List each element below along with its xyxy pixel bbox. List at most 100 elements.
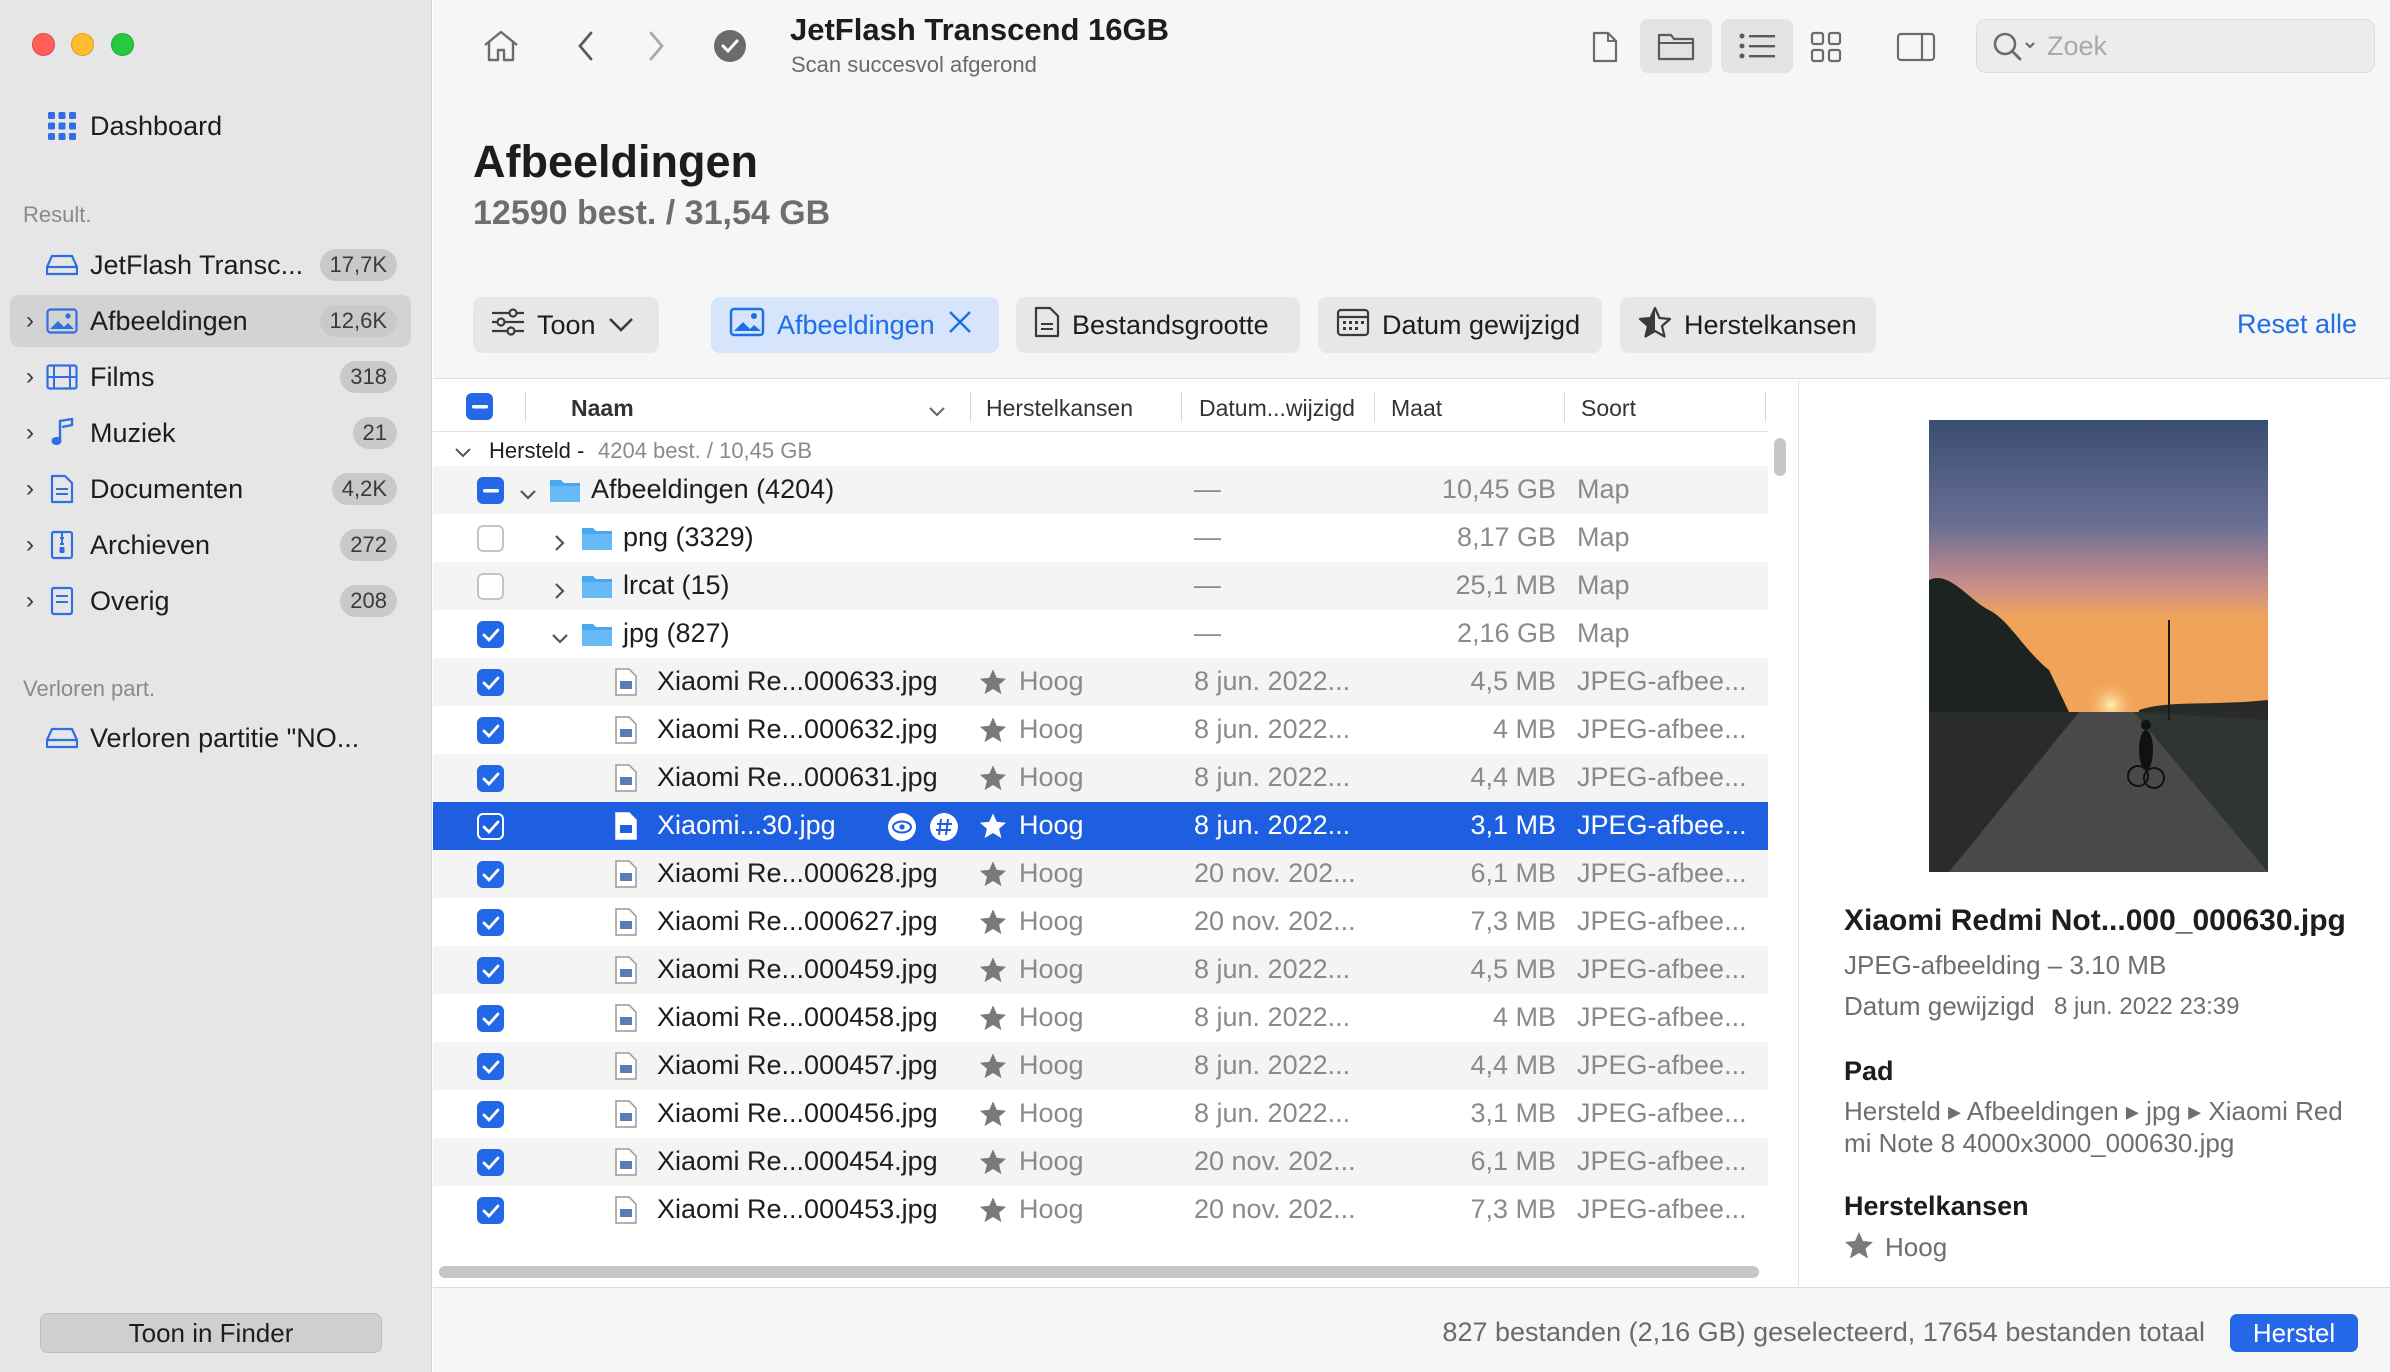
date-filter-button[interactable]: Datum gewijzigd — [1318, 297, 1602, 353]
sidebar-item-drive[interactable]: JetFlash Transc... 17,7K — [10, 239, 411, 291]
chevron-down-icon[interactable] — [454, 439, 472, 465]
column-name[interactable]: Naam — [571, 395, 634, 422]
table-row[interactable]: Xiaomi Re...000458.jpg Hoog 8 jun. 2022...… — [433, 994, 1768, 1042]
table-row[interactable]: Xiaomi Re...000628.jpg Hoog 20 nov. 202...… — [433, 850, 1768, 898]
show-in-finder-button[interactable]: Toon in Finder — [40, 1313, 382, 1353]
row-size: 10,45 GB — [1441, 474, 1556, 504]
sidebar-item-music[interactable]: › Muziek 21 — [10, 407, 411, 459]
preview-panel-icon[interactable] — [1893, 24, 1939, 70]
row-kind: Map — [1577, 522, 1630, 552]
vertical-scrollbar[interactable] — [1774, 438, 1786, 476]
grid-view-icon[interactable] — [1803, 24, 1849, 70]
minimize-window-button[interactable] — [71, 33, 94, 56]
horizontal-scrollbar[interactable] — [439, 1266, 1759, 1278]
recover-button[interactable]: Herstel — [2230, 1314, 2358, 1352]
group-row-recovered[interactable]: Hersteld - 4204 best. / 10,45 GB — [433, 434, 1768, 464]
column-kind[interactable]: Soort — [1581, 395, 1636, 422]
row-checkbox[interactable] — [477, 621, 504, 648]
table-row[interactable]: Xiaomi Re...000457.jpg Hoog 8 jun. 2022...… — [433, 1042, 1768, 1090]
row-checkbox[interactable] — [477, 813, 504, 840]
close-window-button[interactable] — [32, 33, 55, 56]
table-row[interactable]: Xiaomi Re...000456.jpg Hoog 8 jun. 2022...… — [433, 1090, 1768, 1138]
row-checkbox[interactable] — [477, 861, 504, 888]
row-checkbox[interactable] — [477, 1197, 504, 1224]
chances-filter-button[interactable]: Herstelkansen — [1620, 297, 1876, 353]
search-field[interactable] — [1976, 19, 2375, 73]
chevron-right-icon[interactable] — [551, 528, 569, 559]
row-checkbox[interactable] — [477, 525, 504, 552]
close-icon[interactable] — [947, 309, 973, 342]
row-date: 20 nov. 202... — [1194, 906, 1356, 936]
row-checkbox[interactable] — [477, 765, 504, 792]
reset-all-link[interactable]: Reset alle — [2237, 309, 2357, 340]
row-checkbox[interactable] — [477, 1005, 504, 1032]
zoom-window-button[interactable] — [111, 33, 134, 56]
row-checkbox[interactable] — [477, 957, 504, 984]
column-size[interactable]: Maat — [1391, 395, 1442, 422]
row-checkbox[interactable] — [477, 477, 504, 504]
row-checkbox[interactable] — [477, 717, 504, 744]
eye-icon[interactable] — [887, 812, 917, 849]
table-row[interactable]: Xiaomi Re...000633.jpg Hoog 8 jun. 2022...… — [433, 658, 1768, 706]
sidebar-item-label: Archieven — [90, 529, 211, 560]
sidebar-item-lost-partition[interactable]: Verloren partitie "NO... — [10, 712, 411, 764]
row-date: 8 jun. 2022... — [1194, 954, 1351, 984]
search-input[interactable] — [2047, 28, 2357, 64]
row-chance: Hoog — [1019, 666, 1084, 696]
sort-chevron-icon[interactable] — [927, 398, 947, 425]
file-view-icon[interactable] — [1583, 24, 1627, 70]
chevron-right-icon[interactable]: › — [20, 363, 40, 391]
folder-view-button[interactable] — [1640, 19, 1712, 73]
back-icon[interactable] — [566, 24, 606, 68]
sidebar-item-films[interactable]: › Films 318 — [10, 351, 411, 403]
folder-row[interactable]: jpg (827) — 2,16 GB Map — [433, 610, 1768, 658]
table-row[interactable]: Xiaomi Re...000631.jpg Hoog 8 jun. 2022...… — [433, 754, 1768, 802]
sidebar-item-other[interactable]: › Overig 208 — [10, 575, 411, 627]
table-row[interactable]: Xiaomi...30.jpg Hoog 8 jun. 2022... 3,1 MB J… — [433, 802, 1768, 850]
folder-row[interactable]: png (3329) — 8,17 GB Map — [433, 514, 1768, 562]
column-chances[interactable]: Herstelkansen — [986, 395, 1133, 422]
show-filter-button[interactable]: Toon — [473, 297, 659, 353]
folder-row[interactable]: lrcat (15) — 25,1 MB Map — [433, 562, 1768, 610]
chevron-right-icon[interactable]: › — [20, 531, 40, 559]
star-icon — [979, 956, 1007, 990]
row-checkbox[interactable] — [477, 1101, 504, 1128]
row-checkbox[interactable] — [477, 1149, 504, 1176]
table-row[interactable]: Xiaomi Re...000454.jpg Hoog 20 nov. 202...… — [433, 1138, 1768, 1186]
row-checkbox[interactable] — [477, 1053, 504, 1080]
home-icon[interactable] — [479, 24, 523, 68]
list-view-button[interactable] — [1721, 19, 1793, 73]
table-row[interactable]: Xiaomi Re...000632.jpg Hoog 8 jun. 2022...… — [433, 706, 1768, 754]
chevron-right-icon[interactable]: › — [20, 475, 40, 503]
row-name: lrcat (15) — [623, 570, 730, 600]
sidebar-item-archives[interactable]: › Archieven 272 — [10, 519, 411, 571]
row-name: Afbeeldingen (4204) — [591, 474, 835, 504]
chevron-right-icon[interactable]: › — [20, 587, 40, 615]
column-date[interactable]: Datum...wijzigd — [1199, 395, 1355, 422]
chevron-down-icon[interactable] — [551, 624, 569, 655]
select-all-checkbox[interactable] — [466, 393, 493, 420]
chevron-right-icon[interactable]: › — [20, 419, 40, 447]
folder-row[interactable]: Afbeeldingen (4204) — 10,45 GB Map — [433, 466, 1768, 514]
sidebar-item-documents[interactable]: › Documenten 4,2K — [10, 463, 411, 515]
hash-icon[interactable] — [929, 812, 959, 849]
footer: 827 bestanden (2,16 GB) geselecteerd, 17… — [433, 1287, 2390, 1372]
images-filter-chip[interactable]: Afbeeldingen — [711, 297, 999, 353]
sidebar-item-label: Documenten — [90, 473, 244, 504]
size-filter-button[interactable]: Bestandsgrootte — [1016, 297, 1300, 353]
sidebar-item-images[interactable]: › Afbeeldingen 12,6K — [10, 295, 411, 347]
row-checkbox[interactable] — [477, 909, 504, 936]
sidebar-item-dashboard[interactable]: Dashboard — [10, 100, 411, 152]
row-checkbox[interactable] — [477, 669, 504, 696]
chevron-right-icon[interactable] — [551, 576, 569, 607]
star-icon — [979, 1052, 1007, 1086]
sidebar-item-label: Muziek — [90, 417, 176, 448]
table-row[interactable]: Xiaomi Re...000627.jpg Hoog 20 nov. 202...… — [433, 898, 1768, 946]
forward-icon[interactable] — [636, 24, 676, 68]
row-checkbox[interactable] — [477, 573, 504, 600]
chevron-down-icon[interactable] — [519, 480, 537, 511]
table-row[interactable]: Xiaomi Re...000459.jpg Hoog 8 jun. 2022...… — [433, 946, 1768, 994]
chevron-right-icon[interactable]: › — [20, 307, 40, 335]
image-file-icon — [615, 1148, 637, 1176]
table-row[interactable]: Xiaomi Re...000453.jpg Hoog 20 nov. 202...… — [433, 1186, 1768, 1234]
